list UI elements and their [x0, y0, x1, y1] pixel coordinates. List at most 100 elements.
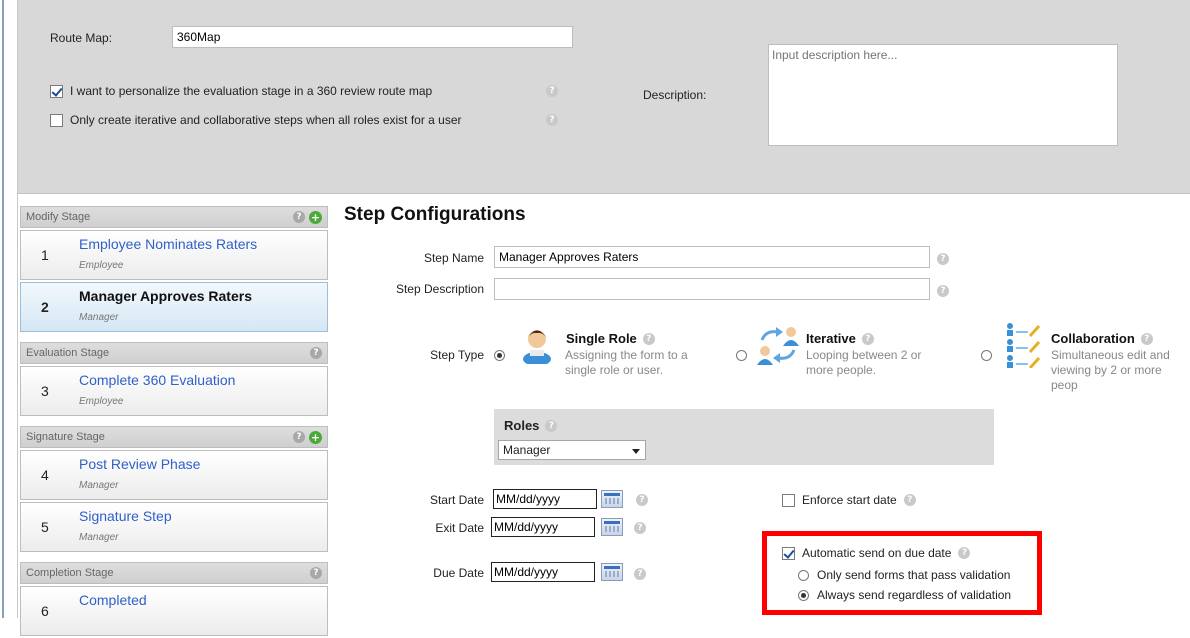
- enforce-start-checkbox[interactable]: [782, 493, 795, 507]
- step-type-label: Step Type: [430, 348, 484, 362]
- auto-send-checkbox[interactable]: [782, 546, 795, 560]
- step-name-label: Step Name: [423, 251, 484, 265]
- stage-header-completion: Completion Stage ?: [20, 562, 328, 584]
- stage-name: Evaluation Stage: [26, 347, 110, 359]
- help-icon[interactable]: ?: [310, 567, 322, 579]
- step-title[interactable]: Post Review Phase: [79, 456, 200, 472]
- single-role-desc: Assigning the form to a single role or u…: [565, 348, 688, 377]
- collaboration-desc: Simultaneous edit and viewing by 2 or mo…: [1051, 348, 1190, 393]
- window-edge: [0, 0, 18, 618]
- step-role: Manager: [79, 532, 119, 543]
- stage-step-2[interactable]: 2 Manager Approves Raters Manager: [20, 282, 328, 332]
- description-textarea[interactable]: [768, 44, 1118, 146]
- step-number: 5: [41, 519, 49, 535]
- due-date-input[interactable]: [491, 562, 595, 582]
- start-date-input[interactable]: [493, 489, 597, 509]
- iterative-title: Iterative ?: [806, 331, 874, 346]
- stage-step-1[interactable]: 1 Employee Nominates Raters Employee: [20, 230, 328, 280]
- stage-step-5[interactable]: 5 Signature Step Manager: [20, 502, 328, 552]
- help-icon[interactable]: ?: [546, 85, 558, 97]
- step-number: 2: [41, 299, 49, 315]
- step-title[interactable]: Signature Step: [79, 508, 172, 524]
- always-option-row: Always send regardless of validation: [798, 588, 1011, 602]
- stage-header-evaluation: Evaluation Stage ?: [20, 342, 328, 364]
- step-title[interactable]: Employee Nominates Raters: [79, 236, 257, 252]
- collaboration-icon: [1007, 323, 1041, 368]
- chevron-down-icon: [632, 449, 640, 454]
- roles-title-text: Roles: [504, 418, 540, 433]
- roles-panel: Roles ? Manager: [494, 409, 994, 465]
- help-icon[interactable]: ?: [634, 568, 646, 580]
- stage-list: Modify Stage ? + 1 Employee Nominates Rat…: [20, 206, 328, 638]
- single-role-title: Single Role ?: [566, 331, 655, 346]
- iterative-desc: Looping between 2 or more people.: [806, 348, 922, 377]
- step-number: 6: [41, 603, 49, 619]
- personalize-row: I want to personalize the evaluation sta…: [50, 84, 432, 98]
- help-icon[interactable]: ?: [1140, 332, 1153, 345]
- add-step-icon[interactable]: +: [309, 431, 322, 444]
- step-title[interactable]: Manager Approves Raters: [79, 288, 252, 304]
- personalize-checkbox[interactable]: [50, 84, 63, 98]
- type-name: Collaboration: [1051, 331, 1135, 346]
- enforce-start-row: Enforce start date ?: [782, 493, 916, 507]
- always-option-radio[interactable]: [798, 589, 809, 601]
- help-icon[interactable]: ?: [903, 494, 916, 506]
- stage-header-modify: Modify Stage ? +: [20, 206, 328, 228]
- stage-name: Completion Stage: [26, 567, 114, 579]
- help-icon[interactable]: ?: [293, 431, 305, 443]
- step-name-input[interactable]: [494, 246, 930, 268]
- help-icon[interactable]: ?: [642, 332, 655, 345]
- validation-option-row: Only send forms that pass validation: [798, 568, 1010, 582]
- stage-name: Signature Stage: [26, 431, 105, 443]
- help-icon[interactable]: ?: [293, 211, 305, 223]
- due-date-label: Due Date: [433, 566, 484, 580]
- help-icon[interactable]: ?: [958, 547, 971, 559]
- step-role: Manager: [79, 312, 119, 323]
- collaboration-desc-text: Simultaneous edit and viewing by 2 or mo…: [1051, 348, 1170, 392]
- calendar-icon[interactable]: [601, 490, 623, 508]
- calendar-icon[interactable]: [601, 563, 623, 581]
- roles-select[interactable]: Manager: [498, 440, 646, 460]
- type-name: Iterative: [806, 331, 856, 346]
- collaboration-title: Collaboration ?: [1051, 331, 1153, 346]
- step-description-label: Step Description: [395, 282, 484, 296]
- personalize-label: I want to personalize the evaluation sta…: [70, 84, 433, 98]
- roles-selected-value: Manager: [503, 443, 551, 457]
- step-title[interactable]: Completed: [79, 592, 147, 608]
- help-icon[interactable]: ?: [636, 494, 648, 506]
- roles-title: Roles ?: [504, 418, 558, 433]
- iterative-checkbox[interactable]: [50, 113, 63, 127]
- help-icon[interactable]: ?: [634, 522, 646, 534]
- collaboration-radio[interactable]: [981, 350, 992, 361]
- step-role: Manager: [79, 480, 119, 491]
- step-number: 3: [41, 383, 49, 399]
- step-description-input[interactable]: [494, 278, 930, 300]
- exit-date-input[interactable]: [491, 517, 595, 537]
- help-icon[interactable]: ?: [937, 253, 949, 265]
- help-icon[interactable]: ?: [545, 419, 558, 432]
- iterative-label: Only create iterative and collaborative …: [70, 113, 462, 127]
- help-icon[interactable]: ?: [937, 285, 949, 297]
- validation-option-label: Only send forms that pass validation: [817, 568, 1011, 582]
- stage-step-6[interactable]: 6 Completed: [20, 586, 328, 636]
- help-icon[interactable]: ?: [546, 114, 558, 126]
- stage-step-3[interactable]: 3 Complete 360 Evaluation Employee: [20, 366, 328, 416]
- single-role-radio[interactable]: [494, 350, 505, 361]
- help-icon[interactable]: ?: [310, 347, 322, 359]
- iterative-row: Only create iterative and collaborative …: [50, 113, 462, 127]
- add-step-icon[interactable]: +: [309, 211, 322, 224]
- validation-option-radio[interactable]: [798, 569, 809, 581]
- step-number: 1: [41, 247, 49, 263]
- help-icon[interactable]: ?: [861, 332, 874, 345]
- route-map-input[interactable]: [172, 26, 573, 48]
- stage-step-4[interactable]: 4 Post Review Phase Manager: [20, 450, 328, 500]
- step-role: Employee: [79, 260, 124, 271]
- type-name: Single Role: [566, 331, 637, 346]
- stage-header-signature: Signature Stage ? +: [20, 426, 328, 448]
- step-title[interactable]: Complete 360 Evaluation: [79, 372, 235, 388]
- iterative-radio[interactable]: [736, 350, 747, 361]
- auto-send-row: Automatic send on due date ?: [782, 546, 971, 560]
- calendar-icon[interactable]: [601, 518, 623, 536]
- single-role-icon: [523, 330, 551, 364]
- step-config-title: Step Configurations: [344, 204, 526, 225]
